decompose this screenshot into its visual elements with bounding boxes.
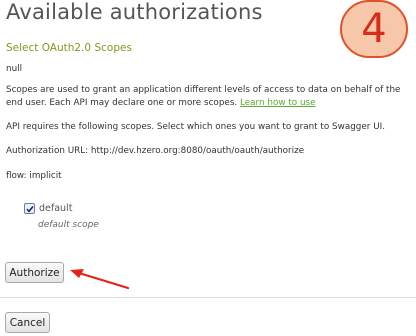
checkmark-icon	[25, 205, 34, 213]
oauth-scopes-heading: Select OAuth2.0 Scopes	[6, 42, 132, 54]
learn-how-to-use-link[interactable]: Learn how to use	[240, 98, 316, 108]
annotation-number-badge: 4	[340, 0, 408, 58]
annotation-arrow-icon	[70, 269, 130, 290]
cancel-button[interactable]: Cancel	[5, 312, 50, 333]
scopes-description: Scopes are used to grant an application …	[6, 84, 414, 110]
flow-text: flow: implicit	[6, 171, 62, 181]
scope-name: default	[39, 203, 73, 214]
null-text: null	[6, 64, 23, 74]
scopes-description-text: Scopes are used to grant an application …	[6, 85, 401, 108]
scope-checkbox[interactable]	[24, 203, 35, 214]
scopes-requirement-text: API requires the following scopes. Selec…	[6, 122, 386, 132]
dialog-title: Available authorizations	[6, 0, 263, 24]
scope-description: default scope	[38, 220, 99, 230]
authorization-url: Authorization URL: http://dev.hzero.org:…	[6, 146, 305, 156]
authorize-button[interactable]: Authorize	[5, 262, 64, 283]
divider	[0, 297, 416, 298]
scope-option-default[interactable]: default	[24, 203, 72, 214]
